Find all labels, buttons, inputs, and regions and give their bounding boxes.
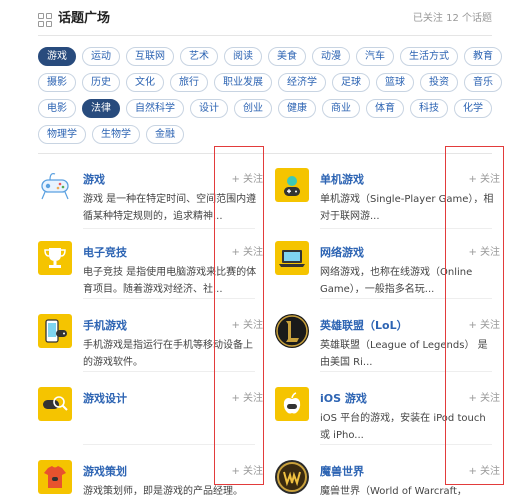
tag-physics[interactable]: 物理学 (38, 125, 86, 144)
tag-cars[interactable]: 汽车 (356, 47, 394, 66)
section-divider (38, 153, 492, 154)
tag-startup[interactable]: 创业 (234, 99, 272, 118)
tag-anime[interactable]: 动漫 (312, 47, 350, 66)
tag-business[interactable]: 商业 (322, 99, 360, 118)
tag-football[interactable]: 足球 (332, 73, 370, 92)
tshirt-icon[interactable] (38, 460, 72, 494)
tag-design[interactable]: 设计 (190, 99, 228, 118)
tag-row: 电影 法律 自然科学 设计 创业 健康 商业 体育 科技 化学 (38, 99, 498, 118)
tag-finance[interactable]: 金融 (146, 125, 184, 144)
trophy-icon[interactable] (38, 241, 72, 275)
topic-description: 游戏策划师，即是游戏的产品经理。 (83, 486, 243, 497)
tag-row: 摄影 历史 文化 旅行 职业发展 经济学 足球 篮球 投资 音乐 (38, 73, 502, 92)
header-divider (38, 35, 492, 36)
tag-basketball[interactable]: 篮球 (376, 73, 414, 92)
tag-education[interactable]: 教育 (464, 47, 502, 66)
tag-history[interactable]: 历史 (82, 73, 120, 92)
tag-sports[interactable]: 运动 (82, 47, 120, 66)
topic-name[interactable]: 游戏设计 (83, 392, 127, 406)
topic-name[interactable]: 游戏策划 (83, 465, 127, 479)
laptop-game-icon[interactable] (275, 241, 309, 275)
tag-internet[interactable]: 互联网 (126, 47, 174, 66)
mobile-game-icon[interactable] (38, 314, 72, 348)
page-title: 话题广场 (58, 11, 111, 26)
followed-count[interactable]: 已关注 12 个话题 (413, 12, 492, 26)
apple-game-icon[interactable] (275, 387, 309, 421)
tag-art[interactable]: 艺术 (180, 47, 218, 66)
tag-travel[interactable]: 旅行 (170, 73, 208, 92)
tag-biology[interactable]: 生物学 (92, 125, 140, 144)
topic-category-tags: 游戏 运动 互联网 艺术 阅读 美食 动漫 汽车 生活方式 教育 摄影 历史 文… (38, 47, 502, 151)
tag-economics[interactable]: 经济学 (278, 73, 326, 92)
tag-photography[interactable]: 摄影 (38, 73, 76, 92)
lol-logo-icon[interactable] (275, 314, 309, 348)
tag-career[interactable]: 职业发展 (214, 73, 272, 92)
tag-chemistry[interactable]: 化学 (454, 99, 492, 118)
topic-name[interactable]: 手机游戏 (83, 319, 127, 333)
topic-name[interactable]: 网络游戏 (320, 246, 364, 260)
tag-technology[interactable]: 科技 (410, 99, 448, 118)
tag-row: 游戏 运动 互联网 艺术 阅读 美食 动漫 汽车 生活方式 教育 (38, 47, 502, 66)
grid-icon (38, 13, 52, 27)
topic-name[interactable]: 英雄联盟（LoL） (320, 319, 408, 333)
topic-name[interactable]: 单机游戏 (320, 173, 364, 187)
topic-description: 魔兽世界（World of Warcraft，WoW）是... (320, 486, 467, 497)
tag-investment[interactable]: 投资 (420, 73, 458, 92)
wow-logo-icon[interactable] (275, 460, 309, 494)
annotation-highlight-box (445, 146, 504, 485)
topic-name[interactable]: 游戏 (83, 173, 105, 187)
topic-name[interactable]: 电子竞技 (83, 246, 127, 260)
tag-athletics[interactable]: 体育 (366, 99, 404, 118)
annotation-highlight-box (214, 146, 264, 485)
single-player-game-icon[interactable] (275, 168, 309, 202)
tag-reading[interactable]: 阅读 (224, 47, 262, 66)
topic-name[interactable]: 魔兽世界 (320, 465, 364, 479)
tag-music[interactable]: 音乐 (464, 73, 502, 92)
tag-food[interactable]: 美食 (268, 47, 306, 66)
tag-natural-science[interactable]: 自然科学 (126, 99, 184, 118)
topic-name[interactable]: iOS 游戏 (320, 392, 367, 406)
tag-law[interactable]: 法律 (82, 99, 120, 118)
topic-square-header: 话题广场 已关注 12 个话题 (38, 10, 492, 36)
tag-movies[interactable]: 电影 (38, 99, 76, 118)
tag-lifestyle[interactable]: 生活方式 (400, 47, 458, 66)
game-design-icon[interactable] (38, 387, 72, 421)
tag-health[interactable]: 健康 (278, 99, 316, 118)
gamepad-icon[interactable] (38, 168, 72, 202)
tag-games[interactable]: 游戏 (38, 47, 76, 66)
tag-culture[interactable]: 文化 (126, 73, 164, 92)
tag-row: 物理学 生物学 金融 (38, 125, 498, 144)
